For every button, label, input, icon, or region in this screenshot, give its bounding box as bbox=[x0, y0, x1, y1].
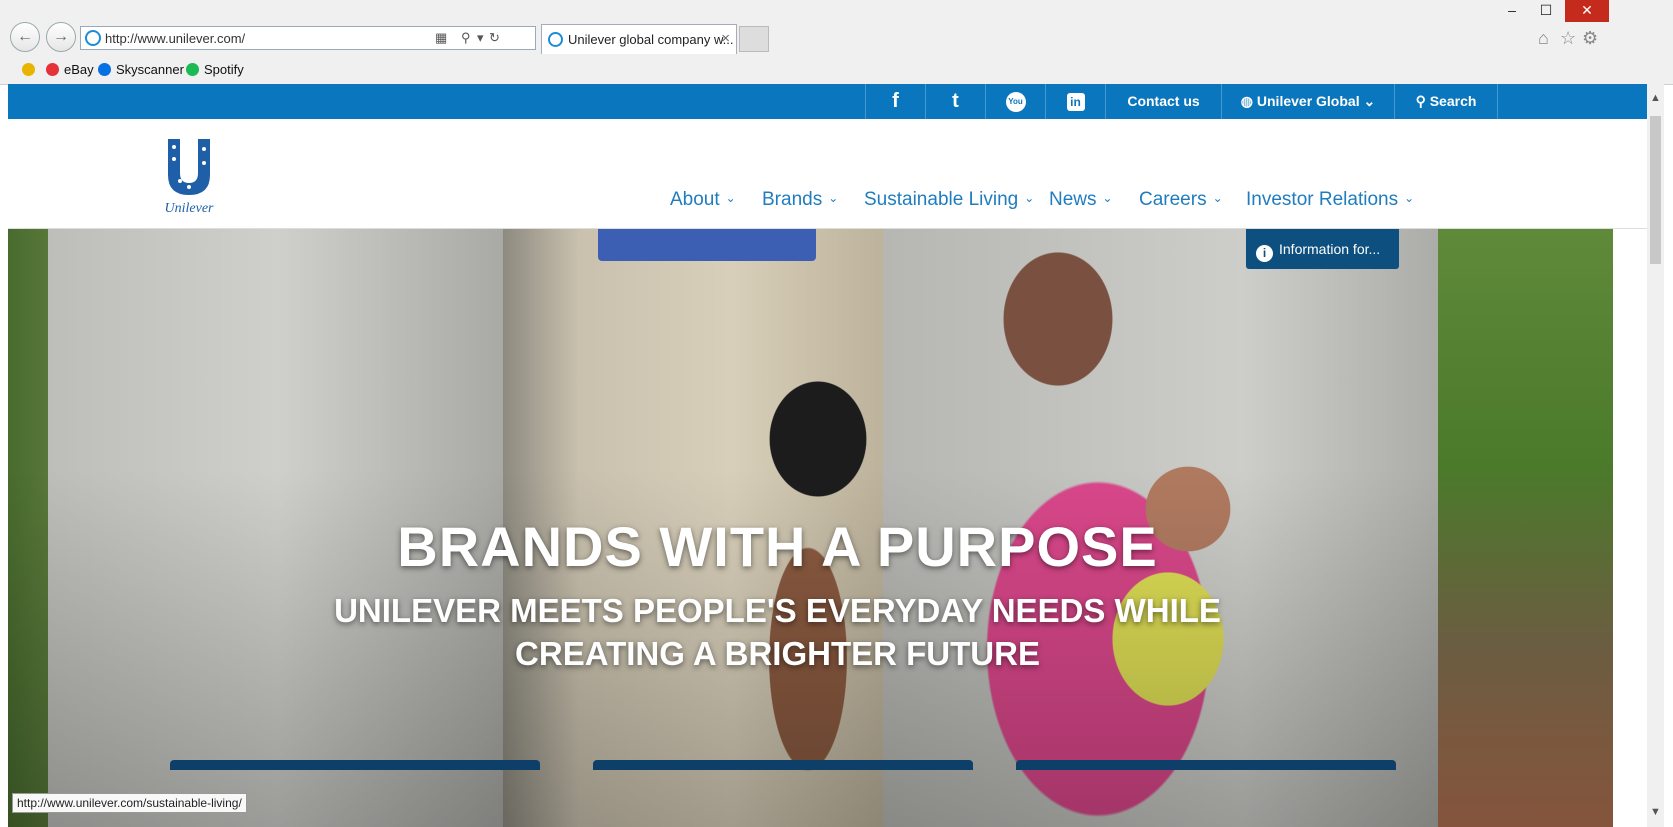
new-tab-button[interactable] bbox=[739, 26, 769, 52]
chevron-down-icon: ⌄ bbox=[1404, 191, 1415, 205]
chevron-down-icon: ⌄ bbox=[1212, 191, 1223, 205]
nav-brands[interactable]: Brands ⌄ bbox=[762, 189, 838, 211]
chevron-down-icon: ⌄ bbox=[828, 191, 839, 205]
favorites-bar: eBay Skyscanner Spotify bbox=[0, 58, 1673, 82]
hero-banner[interactable]: BRANDS WITH A PURPOSE UNILEVER MEETS PEO… bbox=[8, 229, 1613, 827]
globe-icon: ◍ bbox=[1240, 93, 1253, 109]
forward-button[interactable]: → bbox=[46, 22, 76, 52]
compatibility-icon[interactable]: ▦ bbox=[435, 30, 447, 46]
information-for-label: Information for... bbox=[1279, 241, 1381, 257]
scrollbar-thumb[interactable] bbox=[1650, 116, 1661, 264]
hero-subtitle: UNILEVER MEETS PEOPLE'S EVERYDAY NEEDS W… bbox=[334, 592, 1221, 672]
back-button[interactable]: ← bbox=[10, 22, 40, 52]
linkedin-icon: in bbox=[1066, 93, 1085, 112]
nav-careers[interactable]: Careers ⌄ bbox=[1139, 189, 1223, 211]
region-selector[interactable]: ◍ Unilever Global ⌄ bbox=[1221, 84, 1394, 119]
content-tile-tab[interactable] bbox=[170, 760, 540, 770]
dropdown-icon[interactable]: ▾ bbox=[477, 30, 484, 46]
chevron-down-icon: ⌄ bbox=[1363, 93, 1376, 109]
browser-chrome: ← → http://www.unilever.com/ ▦ ⚲ ▾ ↻ Uni… bbox=[0, 0, 1673, 85]
tab-unilever[interactable]: Unilever global company w... × bbox=[541, 24, 737, 54]
utility-bar: f t You in Contact us ◍ Unilever Global … bbox=[8, 84, 1647, 119]
tab-close-icon[interactable]: × bbox=[721, 30, 730, 47]
fav-skyscanner[interactable]: Skyscanner bbox=[98, 62, 184, 77]
facebook-link[interactable]: f bbox=[865, 84, 925, 119]
chevron-down-icon: ⌄ bbox=[725, 191, 736, 205]
skyscanner-icon bbox=[98, 63, 111, 76]
nav-investor-relations[interactable]: Investor Relations ⌄ bbox=[1246, 189, 1414, 211]
twitter-link[interactable]: t bbox=[925, 84, 985, 119]
minimize-button[interactable]: – bbox=[1495, 0, 1529, 22]
status-bar-url: http://www.unilever.com/sustainable-livi… bbox=[12, 793, 247, 813]
info-icon: i bbox=[1256, 245, 1273, 262]
ie-icon bbox=[85, 30, 101, 46]
hero-title: BRANDS WITH A PURPOSE bbox=[397, 515, 1158, 578]
address-url: http://www.unilever.com/ bbox=[105, 31, 246, 46]
information-for-button[interactable]: i Information for... bbox=[1246, 229, 1399, 269]
tab-title: Unilever global company w... bbox=[568, 32, 734, 47]
favorites-star-icon[interactable]: ☆ bbox=[1560, 28, 1576, 49]
vertical-scrollbar[interactable]: ▲ ▼ bbox=[1647, 84, 1664, 827]
spotify-icon bbox=[186, 63, 199, 76]
home-icon[interactable]: ⌂ bbox=[1538, 28, 1549, 49]
search-icon: ⚲ bbox=[1415, 93, 1426, 109]
nav-sustainable-living[interactable]: Sustainable Living ⌄ bbox=[864, 189, 1034, 211]
twitter-icon: t bbox=[952, 90, 959, 112]
site-header: Unilever About ⌄ Brands ⌄ Sustainable Livi… bbox=[8, 119, 1647, 229]
forward-arrow-icon: → bbox=[53, 28, 69, 45]
address-bar[interactable]: http://www.unilever.com/ ▦ ⚲ ▾ ↻ bbox=[80, 26, 536, 50]
favorites-star-icon[interactable] bbox=[22, 62, 40, 77]
region-label: Unilever Global bbox=[1256, 93, 1360, 109]
content-tile-tab[interactable] bbox=[1016, 760, 1396, 770]
youtube-icon: You bbox=[1005, 92, 1026, 113]
fav-spotify[interactable]: Spotify bbox=[186, 62, 244, 77]
youtube-link[interactable]: You bbox=[985, 84, 1045, 119]
linkedin-link[interactable]: in bbox=[1045, 84, 1105, 119]
nav-about[interactable]: About ⌄ bbox=[670, 189, 736, 211]
scroll-down-icon[interactable]: ▼ bbox=[1650, 806, 1661, 818]
unilever-logo[interactable]: Unilever bbox=[158, 137, 220, 215]
facebook-icon: f bbox=[892, 90, 899, 112]
refresh-icon[interactable]: ↻ bbox=[489, 30, 500, 46]
search-button[interactable]: ⚲ Search bbox=[1394, 84, 1498, 119]
nav-news[interactable]: News ⌄ bbox=[1049, 189, 1113, 211]
maximize-button[interactable]: ☐ bbox=[1529, 0, 1563, 22]
settings-gear-icon[interactable]: ⚙ bbox=[1582, 28, 1598, 49]
chevron-down-icon: ⌄ bbox=[1102, 191, 1113, 205]
fav-ebay[interactable]: eBay bbox=[46, 62, 94, 77]
ebay-icon bbox=[46, 63, 59, 76]
close-window-button[interactable]: ✕ bbox=[1565, 0, 1609, 22]
content-tile-tab[interactable] bbox=[593, 760, 973, 770]
web-page: f t You in Contact us ◍ Unilever Global … bbox=[8, 84, 1647, 827]
logo-text: Unilever bbox=[165, 201, 215, 215]
ie-tab-icon bbox=[548, 32, 563, 47]
back-arrow-icon: ← bbox=[17, 28, 33, 45]
contact-us-link[interactable]: Contact us bbox=[1105, 84, 1221, 119]
chevron-down-icon: ⌄ bbox=[1024, 191, 1035, 205]
search-label: Search bbox=[1429, 93, 1477, 109]
search-icon[interactable]: ⚲ bbox=[461, 30, 471, 46]
scroll-up-icon[interactable]: ▲ bbox=[1650, 92, 1661, 104]
